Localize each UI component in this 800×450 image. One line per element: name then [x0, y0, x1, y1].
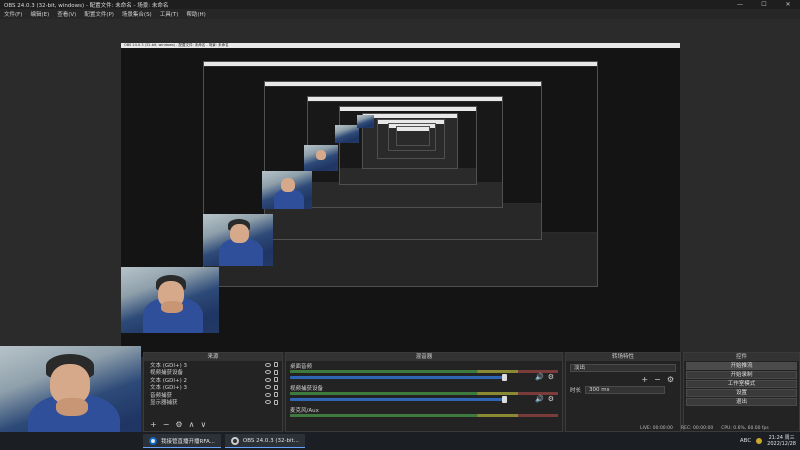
webcam-overlap: [0, 432, 143, 450]
source-item[interactable]: 显示器捕获: [144, 399, 282, 406]
eye-icon[interactable]: [265, 400, 271, 405]
eye-icon[interactable]: [265, 385, 271, 390]
lock-icon[interactable]: [274, 377, 278, 383]
gear-icon[interactable]: ⚙: [667, 375, 674, 384]
eye-icon[interactable]: [265, 377, 271, 382]
start-streaming-button[interactable]: 开始推流: [686, 362, 797, 370]
move-down-button[interactable]: ∨: [200, 420, 206, 429]
eye-icon[interactable]: [265, 392, 271, 397]
bottom-dock: 来源 文本 (GDI+) 3 视频捕获设备 文本 (GDI+) 2 文本 (GD…: [143, 352, 800, 432]
menu-file[interactable]: 文件(F): [0, 10, 26, 18]
gear-icon[interactable]: ⚙: [548, 373, 554, 381]
duration-label: 时长: [570, 388, 582, 394]
sources-panel: 来源 文本 (GDI+) 3 视频捕获设备 文本 (GDI+) 2 文本 (GD…: [143, 352, 283, 432]
menu-profile[interactable]: 配置文件(P): [80, 10, 118, 18]
taskbar-item[interactable]: OBS 24.0.3 (32-bit...: [224, 434, 305, 448]
controls-title: 控件: [684, 353, 799, 361]
window-titlebar: OBS 24.0.3 (32-bit, windows) - 配置文件: 未命名…: [0, 0, 800, 9]
nested-window-8: [396, 126, 430, 146]
volume-slider[interactable]: [290, 396, 507, 403]
preview-canvas[interactable]: OBS 24.0.3 (32-bit, windows) - 配置文件: 未命名…: [0, 19, 800, 357]
lock-icon[interactable]: [274, 369, 278, 375]
source-properties-button[interactable]: ⚙: [175, 420, 182, 429]
settings-button[interactable]: 设置: [686, 389, 797, 397]
mixer-channel: 视频捕获设备 🔊 ⚙: [286, 383, 562, 405]
studio-mode-button[interactable]: 工作室模式: [686, 380, 797, 388]
nested-webcam-4: [304, 145, 338, 171]
mixer-panel: 混音器 桌面音频 🔊 ⚙ 视频捕获设备 🔊 ⚙ 麦克风/Aux: [285, 352, 563, 432]
rec-status: REC: 00:00:00: [680, 426, 714, 431]
menu-tools[interactable]: 工具(T): [156, 10, 183, 18]
clock[interactable]: 21:24 周三 2022/12/28: [767, 435, 796, 447]
mixer-title: 混音器: [286, 353, 562, 361]
eye-icon[interactable]: [265, 370, 271, 375]
volume-slider[interactable]: [290, 374, 507, 381]
add-transition-button[interactable]: +: [641, 375, 648, 384]
add-source-button[interactable]: +: [150, 420, 157, 429]
ime-indicator[interactable]: ABC: [740, 438, 751, 444]
volume-meter: [290, 414, 558, 417]
volume-meter: [290, 392, 558, 395]
minimize-button[interactable]: —: [728, 0, 752, 9]
menu-edit[interactable]: 编辑(E): [26, 10, 53, 18]
close-button[interactable]: ✕: [776, 0, 800, 9]
menu-bar: 文件(F) 编辑(E) 查看(V) 配置文件(P) 场景集合(S) 工具(T) …: [0, 9, 800, 19]
nested-title: OBS 24.0.3 (32-bit, windows) - 配置文件: 未命名…: [121, 43, 680, 48]
menu-view[interactable]: 查看(V): [53, 10, 80, 18]
mixer-channel: 麦克风/Aux: [286, 405, 562, 427]
notification-icon[interactable]: [756, 438, 763, 444]
nested-webcam-2: [203, 214, 273, 266]
window-title: OBS 24.0.3 (32-bit, windows) - 配置文件: 未命名…: [4, 2, 169, 9]
nested-webcam-5: [335, 125, 359, 143]
nested-webcam-1: [121, 267, 219, 333]
transition-panel: 转场特性 淡出 + − ⚙ 时长 300 ms: [565, 352, 681, 432]
status-bar: LIVE: 00:00:00 REC: 00:00:00 CPU: 0.6%, …: [640, 426, 769, 431]
controls-panel: 控件 开始推流 开始录制 工作室模式 设置 退出: [683, 352, 800, 432]
speaker-icon[interactable]: 🔊: [535, 395, 544, 403]
nested-webcam-6: [357, 115, 374, 128]
menu-scene-collection[interactable]: 场景集合(S): [118, 10, 156, 18]
eye-icon[interactable]: [265, 362, 271, 367]
live-status: LIVE: 00:00:00: [640, 426, 673, 431]
taskbar-item[interactable]: 我接管直播开播RFA...: [143, 434, 221, 448]
exit-button[interactable]: 退出: [686, 398, 797, 406]
display-capture: OBS 24.0.3 (32-bit, windows) - 配置文件: 未命名…: [121, 43, 680, 357]
taskbar: 我接管直播开播RFA... OBS 24.0.3 (32-bit... ABC …: [0, 432, 800, 450]
start-recording-button[interactable]: 开始录制: [686, 371, 797, 379]
remove-transition-button[interactable]: −: [654, 375, 661, 384]
lock-icon[interactable]: [274, 362, 278, 368]
transition-select[interactable]: 淡出: [570, 364, 676, 372]
cpu-status: CPU: 0.6%, 60.00 fps: [721, 426, 769, 431]
duration-input[interactable]: 300 ms: [585, 386, 666, 394]
lock-icon[interactable]: [274, 384, 278, 390]
remove-source-button[interactable]: −: [163, 420, 170, 429]
maximize-button[interactable]: ☐: [752, 0, 776, 9]
menu-help[interactable]: 帮助(H): [182, 10, 209, 18]
gear-icon[interactable]: ⚙: [548, 395, 554, 403]
volume-meter: [290, 370, 558, 373]
obs-icon: [230, 436, 239, 445]
lock-icon[interactable]: [274, 399, 278, 405]
speaker-icon[interactable]: 🔊: [535, 373, 544, 381]
mixer-channel: 桌面音频 🔊 ⚙: [286, 361, 562, 383]
browser-icon: [149, 436, 157, 445]
lock-icon[interactable]: [274, 392, 278, 398]
transition-title: 转场特性: [566, 353, 680, 361]
system-tray: ABC 21:24 周三 2022/12/28: [740, 435, 800, 447]
move-up-button[interactable]: ∧: [189, 420, 195, 429]
nested-webcam-3: [262, 171, 312, 209]
